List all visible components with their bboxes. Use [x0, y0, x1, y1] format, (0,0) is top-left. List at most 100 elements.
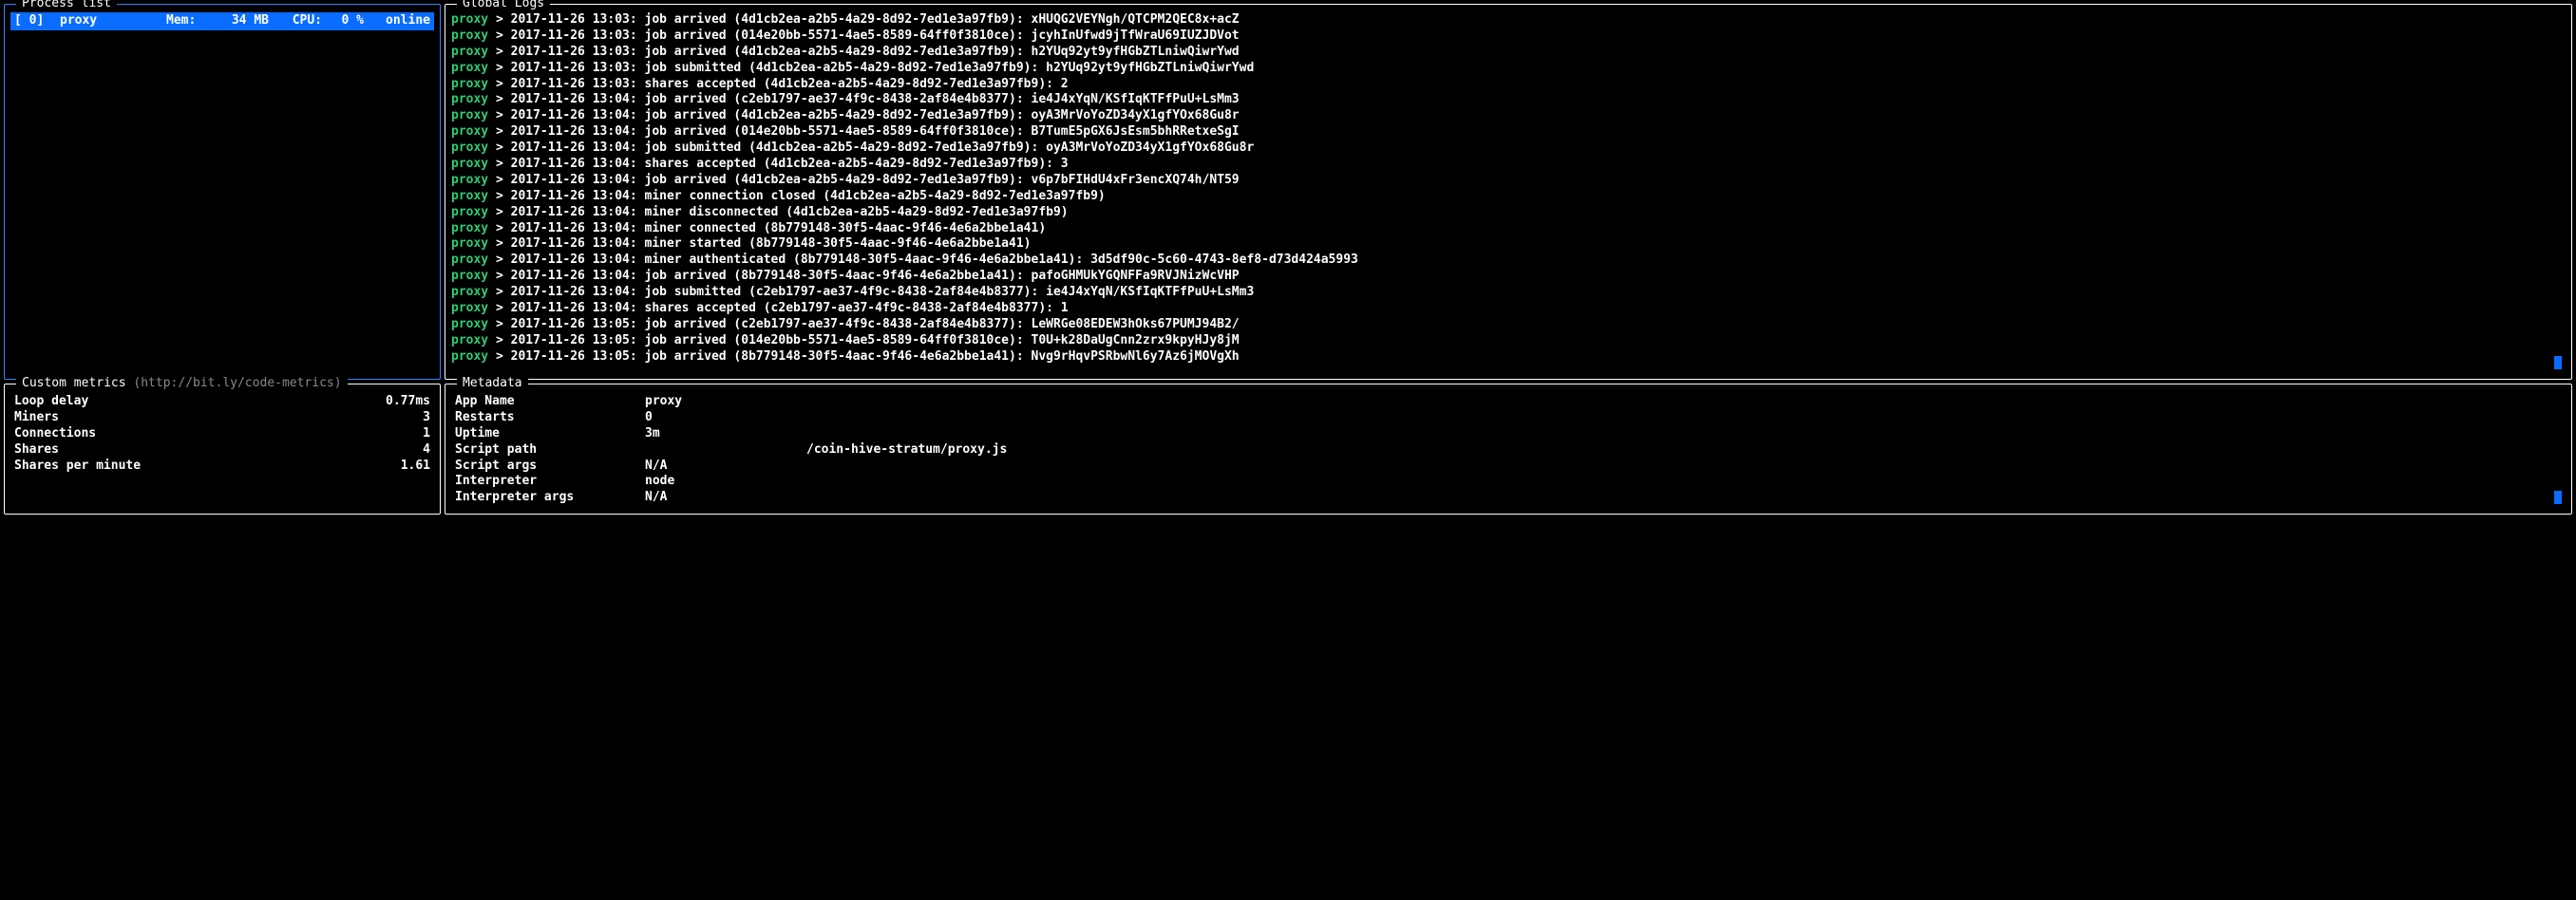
log-prefix: proxy	[451, 189, 488, 203]
process-list-body: [ 0] proxy Mem: 34 MB CPU: 0 % online	[10, 12, 434, 373]
metric-value: 1.61	[401, 459, 430, 475]
log-line: proxy > 2017-11-26 13:04: job arrived (0…	[451, 124, 2566, 141]
log-text: > 2017-11-26 13:03: shares accepted (4d1…	[488, 77, 1068, 91]
log-line: proxy > 2017-11-26 13:04: job submitted …	[451, 285, 2566, 301]
log-prefix: proxy	[451, 236, 488, 251]
log-line: proxy > 2017-11-26 13:04: miner connecte…	[451, 221, 2566, 237]
metric-row: Shares 4	[14, 442, 430, 459]
metric-value: 4	[423, 442, 430, 459]
log-text: > 2017-11-26 13:04: shares accepted (c2e…	[488, 301, 1068, 315]
global-logs-body[interactable]: proxy > 2017-11-26 13:03: job arrived (4…	[451, 12, 2566, 373]
log-line: proxy > 2017-11-26 13:05: job arrived (8…	[451, 349, 2566, 366]
log-prefix: proxy	[451, 221, 488, 235]
log-prefix: proxy	[451, 141, 488, 155]
log-line: proxy > 2017-11-26 13:03: job arrived (4…	[451, 45, 2566, 61]
log-line: proxy > 2017-11-26 13:04: miner disconne…	[451, 205, 2566, 221]
metric-row: Connections 1	[14, 426, 430, 442]
log-line: proxy > 2017-11-26 13:04: job arrived (c…	[451, 92, 2566, 108]
metadata-panel: Metadata App NameproxyRestarts0Uptime3mS…	[445, 384, 2572, 515]
log-prefix: proxy	[451, 317, 488, 331]
log-text: > 2017-11-26 13:04: shares accepted (4d1…	[488, 157, 1068, 171]
log-line: proxy > 2017-11-26 13:04: miner authenti…	[451, 253, 2566, 269]
meta-key: Script path	[455, 442, 645, 459]
log-line: proxy > 2017-11-26 13:04: job arrived (4…	[451, 173, 2566, 189]
meta-key: App Name	[455, 394, 645, 410]
meta-key: Script args	[455, 459, 645, 475]
metric-row: Shares per minute1.61	[14, 459, 430, 475]
log-text: > 2017-11-26 13:04: miner connection clo…	[488, 189, 1106, 203]
log-line: proxy > 2017-11-26 13:05: job arrived (c…	[451, 317, 2566, 333]
log-prefix: proxy	[451, 205, 488, 219]
metadata-title: Metadata	[457, 376, 528, 392]
log-prefix: proxy	[451, 301, 488, 315]
log-text: > 2017-11-26 13:03: job arrived (4d1cb2e…	[488, 12, 1240, 27]
log-text: > 2017-11-26 13:04: job arrived (8b77914…	[488, 269, 1240, 283]
process-list-title: Process list	[16, 0, 117, 12]
log-line: proxy > 2017-11-26 13:03: job arrived (0…	[451, 28, 2566, 45]
meta-row: Interpreternode	[455, 474, 2562, 490]
log-line: proxy > 2017-11-26 13:04: miner started …	[451, 236, 2566, 253]
log-prefix: proxy	[451, 92, 488, 106]
meta-value: N/A	[645, 490, 667, 506]
process-list-panel[interactable]: Process list [ 0] proxy Mem: 34 MB CPU: …	[4, 4, 441, 380]
meta-row: Interpreter argsN/A	[455, 490, 2562, 506]
meta-value: /coin-hive-stratum/proxy.js	[645, 442, 1007, 459]
process-name: proxy	[60, 13, 166, 29]
log-line: proxy > 2017-11-26 13:04: job submitted …	[451, 141, 2566, 157]
log-prefix: proxy	[451, 173, 488, 187]
meta-key: Interpreter	[455, 474, 645, 490]
log-line: proxy > 2017-11-26 13:04: job arrived (4…	[451, 108, 2566, 124]
metric-value: 3	[423, 410, 430, 426]
meta-value: 0	[645, 410, 653, 426]
global-logs-title: Global Logs	[457, 0, 550, 12]
custom-metrics-panel: Custom metrics (http://bit.ly/code-metri…	[4, 384, 441, 515]
log-text: > 2017-11-26 13:05: job arrived (c2eb179…	[488, 317, 1240, 331]
log-line: proxy > 2017-11-26 13:03: job submitted …	[451, 61, 2566, 77]
log-text: > 2017-11-26 13:03: job arrived (014e20b…	[488, 28, 1240, 43]
log-text: > 2017-11-26 13:04: job submitted (c2eb1…	[488, 285, 1254, 299]
log-prefix: proxy	[451, 333, 488, 347]
log-prefix: proxy	[451, 253, 488, 267]
custom-metrics-body: Loop delay0.77msMiners3Connections1Share…	[10, 392, 434, 476]
log-line: proxy > 2017-11-26 13:04: job arrived (8…	[451, 269, 2566, 285]
log-prefix: proxy	[451, 45, 488, 59]
process-id: [ 0]	[14, 13, 60, 29]
log-text: > 2017-11-26 13:04: job submitted (4d1cb…	[488, 141, 1254, 155]
meta-row: Uptime3m	[455, 426, 2562, 442]
metric-value: 0.77ms	[386, 394, 430, 410]
log-prefix: proxy	[451, 269, 488, 283]
meta-row: Script path/coin-hive-stratum/proxy.js	[455, 442, 2562, 459]
log-prefix: proxy	[451, 285, 488, 299]
meta-value: node	[645, 474, 674, 490]
log-line: proxy > 2017-11-26 13:04: shares accepte…	[451, 301, 2566, 317]
meta-key: Interpreter args	[455, 490, 645, 506]
meta-row: App Nameproxy	[455, 394, 2562, 410]
scroll-indicator[interactable]	[2554, 491, 2562, 504]
metric-key: Shares	[14, 442, 59, 459]
log-line: proxy > 2017-11-26 13:05: job arrived (0…	[451, 333, 2566, 349]
metric-value: 1	[423, 426, 430, 442]
log-prefix: proxy	[451, 61, 488, 75]
log-line: proxy > 2017-11-26 13:04: miner connecti…	[451, 189, 2566, 205]
process-cpu: 0 %	[326, 13, 364, 29]
meta-value: N/A	[645, 459, 667, 475]
process-row[interactable]: [ 0] proxy Mem: 34 MB CPU: 0 % online	[10, 12, 434, 30]
scroll-indicator[interactable]	[2554, 356, 2562, 369]
meta-row: Script argsN/A	[455, 459, 2562, 475]
log-prefix: proxy	[451, 108, 488, 122]
log-text: > 2017-11-26 13:03: job submitted (4d1cb…	[488, 61, 1254, 75]
metric-key: Loop delay	[14, 394, 88, 410]
meta-key: Uptime	[455, 426, 645, 442]
log-line: proxy > 2017-11-26 13:03: shares accepte…	[451, 77, 2566, 93]
meta-key: Restarts	[455, 410, 645, 426]
metric-key: Connections	[14, 426, 96, 442]
process-mem: 34 MB	[212, 13, 269, 29]
log-prefix: proxy	[451, 124, 488, 139]
log-text: > 2017-11-26 13:04: miner connected (8b7…	[488, 221, 1046, 235]
metric-key: Miners	[14, 410, 59, 426]
metric-row: Miners 3	[14, 410, 430, 426]
meta-row: Restarts0	[455, 410, 2562, 426]
log-prefix: proxy	[451, 28, 488, 43]
log-text: > 2017-11-26 13:04: job arrived (c2eb179…	[488, 92, 1240, 106]
global-logs-panel[interactable]: Global Logs proxy > 2017-11-26 13:03: jo…	[445, 4, 2572, 380]
